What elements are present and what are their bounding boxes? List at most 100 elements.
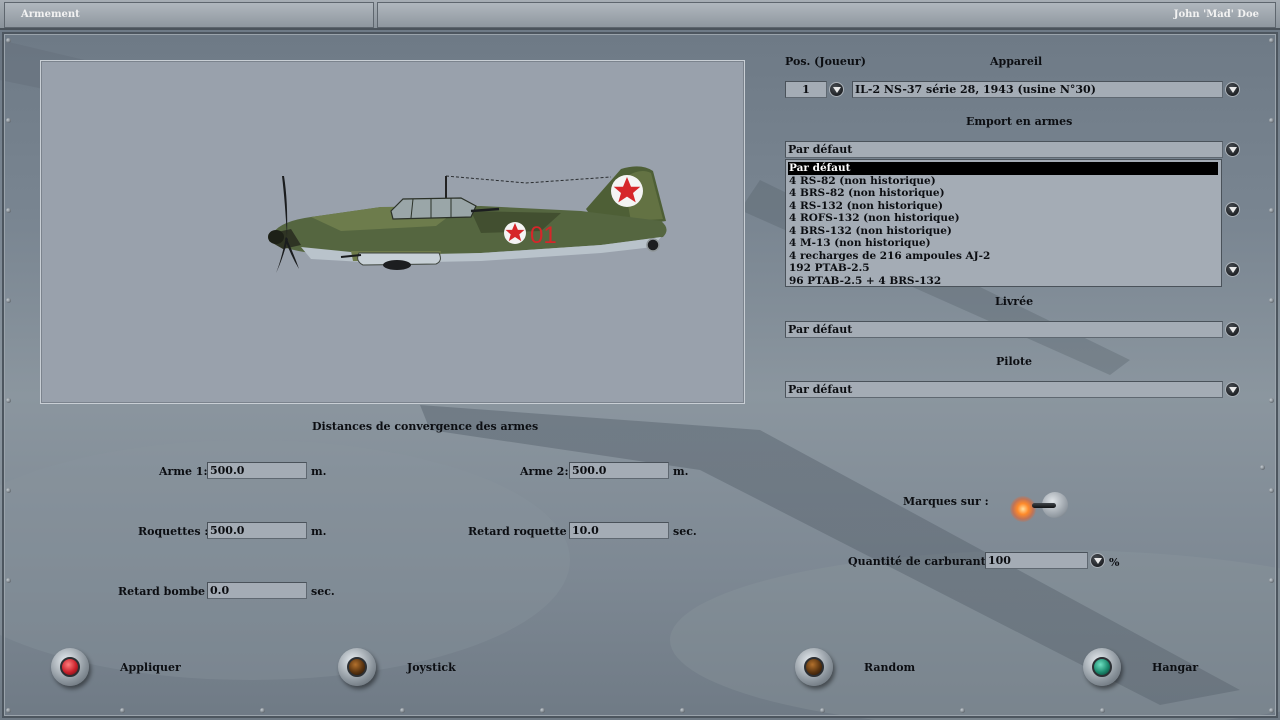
- retard-roquette-value: 10.0: [572, 524, 599, 537]
- rivet: [6, 298, 11, 303]
- livree-dropdown-button[interactable]: [1225, 322, 1240, 337]
- pilote-dropdown-button[interactable]: [1225, 382, 1240, 397]
- appareil-label: Appareil: [990, 55, 1043, 68]
- emport-option[interactable]: 192 PTAB-2.5: [788, 262, 1220, 275]
- random-lamp: [804, 657, 824, 677]
- emport-option[interactable]: 4 RS-132 (non historique): [788, 200, 1220, 213]
- emport-option[interactable]: 4 RS-82 (non historique): [788, 175, 1220, 188]
- rivet: [1269, 208, 1274, 213]
- emport-dropdown-button[interactable]: [1225, 142, 1240, 157]
- carburant-dropdown-button[interactable]: [1090, 553, 1105, 568]
- title-bar: Armement John 'Mad' Doe: [0, 0, 1280, 30]
- retard-bombe-label: Retard bombe :: [118, 585, 213, 598]
- rivet: [1260, 465, 1265, 470]
- list-scroll-up-button[interactable]: [1225, 202, 1240, 217]
- rivet: [6, 118, 11, 123]
- appareil-select[interactable]: IL-2 NS-37 série 28, 1943 (usine N°30): [852, 81, 1223, 98]
- pilote-select[interactable]: Par défaut: [785, 381, 1223, 398]
- marques-toggle-switch[interactable]: [1010, 492, 1070, 522]
- emport-option[interactable]: 4 ROFS-132 (non historique): [788, 212, 1220, 225]
- rivet: [1269, 118, 1274, 123]
- pilote-value: Par défaut: [788, 383, 853, 396]
- arme2-label: Arme 2:: [520, 465, 569, 478]
- pos-select[interactable]: 1: [785, 81, 827, 98]
- arme1-unit: m.: [311, 465, 327, 478]
- joystick-button[interactable]: [338, 648, 376, 686]
- emport-option[interactable]: 4 BRS-132 (non historique): [788, 225, 1220, 238]
- joystick-label[interactable]: Joystick: [407, 661, 456, 674]
- emport-option[interactable]: 4 M-13 (non historique): [788, 237, 1220, 250]
- user-name: John 'Mad' Doe: [1173, 9, 1259, 20]
- rivet: [1100, 708, 1105, 713]
- aircraft-model-image: 01: [268, 166, 667, 273]
- rivet: [1269, 708, 1274, 713]
- arme2-unit: m.: [673, 465, 689, 478]
- pos-dropdown-button[interactable]: [829, 82, 844, 97]
- page-title: Armement: [21, 9, 80, 20]
- indicator-lamp-on: [1010, 496, 1036, 522]
- livree-select[interactable]: Par défaut: [785, 321, 1223, 338]
- appliquer-lamp: [60, 657, 80, 677]
- joystick-lamp: [347, 657, 367, 677]
- roquettes-value: 500.0: [210, 524, 245, 537]
- aircraft-preview[interactable]: 01: [40, 60, 745, 404]
- antenna-wire: [445, 175, 612, 184]
- emport-option[interactable]: Par défaut: [788, 162, 1218, 175]
- emport-option[interactable]: 4 recharges de 216 ampoules AJ-2: [788, 250, 1220, 263]
- livree-label: Livrée: [995, 295, 1034, 308]
- emport-options-list[interactable]: Par défaut 4 RS-82 (non historique) 4 BR…: [785, 159, 1222, 287]
- rivet: [6, 398, 11, 403]
- emport-select[interactable]: Par défaut: [785, 141, 1223, 158]
- retard-roquette-input[interactable]: 10.0: [569, 522, 669, 539]
- hangar-button[interactable]: [1083, 648, 1121, 686]
- retard-roquette-label: Retard roquette :: [468, 525, 575, 538]
- random-label[interactable]: Random: [864, 661, 915, 674]
- landing-gear: [383, 260, 411, 270]
- livree-value: Par défaut: [788, 323, 853, 336]
- rivet: [6, 488, 11, 493]
- random-button[interactable]: [795, 648, 833, 686]
- emport-option[interactable]: 96 PTAB-2.5 + 4 BRS-132: [788, 275, 1220, 287]
- roquettes-input[interactable]: 500.0: [207, 522, 307, 539]
- retard-bombe-value: 0.0: [210, 584, 230, 597]
- retard-bombe-unit: sec.: [311, 585, 335, 598]
- carburant-unit: %: [1109, 556, 1120, 569]
- rivet: [1269, 38, 1274, 43]
- arme1-input[interactable]: 500.0: [207, 462, 307, 479]
- rivet: [820, 708, 825, 713]
- carburant-value: 100: [988, 554, 1011, 567]
- rivet: [680, 708, 685, 713]
- list-scroll-down-button[interactable]: [1225, 262, 1240, 277]
- carburant-select[interactable]: 100: [985, 552, 1088, 569]
- appareil-value: IL-2 NS-37 série 28, 1943 (usine N°30): [855, 83, 1096, 96]
- appliquer-label[interactable]: Appliquer: [120, 661, 181, 674]
- title-segment-right: [377, 2, 1276, 28]
- rivet: [1269, 398, 1274, 403]
- arme1-value: 500.0: [210, 464, 245, 477]
- appliquer-button[interactable]: [51, 648, 89, 686]
- arme2-input[interactable]: 500.0: [569, 462, 669, 479]
- arme1-label: Arme 1:: [159, 465, 208, 478]
- fuselage-star-marking: [504, 222, 526, 244]
- appareil-dropdown-button[interactable]: [1225, 82, 1240, 97]
- roquettes-label: Roquettes :: [138, 525, 209, 538]
- canopy: [390, 197, 477, 220]
- hangar-label[interactable]: Hangar: [1152, 661, 1198, 674]
- emport-option[interactable]: 4 BRS-82 (non historique): [788, 187, 1220, 200]
- tail-number: 01: [530, 222, 557, 249]
- rivet: [6, 578, 11, 583]
- carburant-label: Quantité de carburant :: [848, 555, 994, 568]
- rivet: [6, 208, 11, 213]
- rivet: [1269, 488, 1274, 493]
- rivet: [400, 708, 405, 713]
- tail-star-marking: [611, 175, 643, 207]
- retard-bombe-input[interactable]: 0.0: [207, 582, 307, 599]
- spinner: [268, 230, 284, 244]
- rivet: [1269, 298, 1274, 303]
- rivet: [540, 708, 545, 713]
- convergence-title: Distances de convergence des armes: [312, 420, 539, 433]
- tail-wheel: [646, 238, 660, 252]
- retard-roquette-unit: sec.: [673, 525, 697, 538]
- pos-label: Pos. (Joueur): [785, 55, 866, 68]
- switch-lever: [1032, 503, 1056, 508]
